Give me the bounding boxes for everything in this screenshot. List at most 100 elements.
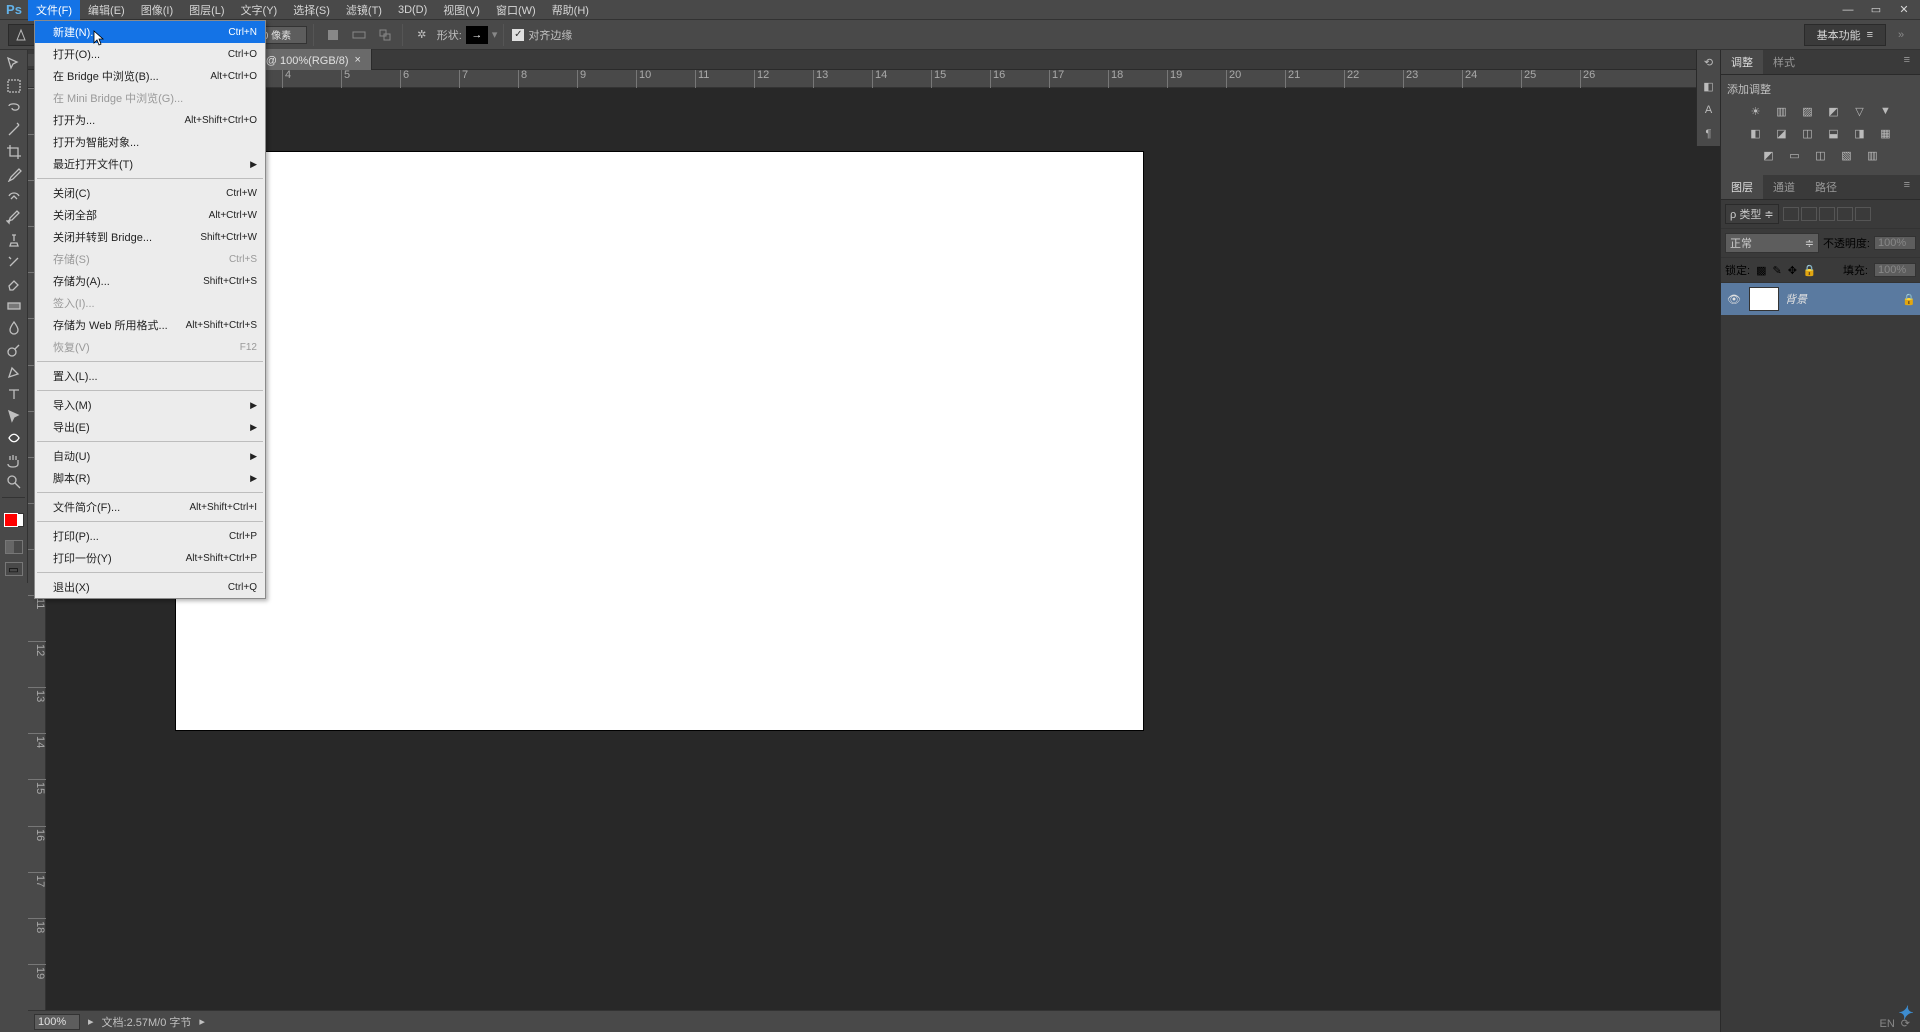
path-op1-icon[interactable] [322, 24, 344, 46]
color-lookup-icon[interactable]: ⬓ [1826, 125, 1842, 141]
menu-window[interactable]: 窗口(W) [488, 0, 544, 21]
file-menu-item[interactable]: 最近打开文件(T)▶ [35, 153, 265, 175]
brightness-icon[interactable]: ☀ [1748, 103, 1764, 119]
photo-filter-icon[interactable]: ◪ [1774, 125, 1790, 141]
doc-info-dropdown-icon[interactable]: ▸ [199, 1015, 205, 1028]
shape-dropdown[interactable]: → [466, 26, 488, 44]
menu-filter[interactable]: 滤镜(T) [338, 0, 390, 21]
minimize-button[interactable]: — [1840, 3, 1856, 17]
menu-select[interactable]: 选择(S) [285, 0, 338, 21]
shape-tool[interactable] [2, 428, 26, 448]
properties-panel-icon[interactable]: ◧ [1697, 74, 1720, 98]
move-tool[interactable] [2, 54, 26, 74]
canvas[interactable] [176, 152, 1143, 730]
lasso-tool[interactable] [2, 98, 26, 118]
file-menu-item[interactable]: 置入(L)... [35, 365, 265, 387]
filter-type-icon[interactable] [1819, 207, 1835, 221]
file-menu-item[interactable]: 新建(N)...Ctrl+N [35, 21, 265, 43]
threshold-icon[interactable]: ◩ [1761, 147, 1777, 163]
adj-icon4[interactable]: ▧ [1839, 147, 1855, 163]
file-menu-item[interactable]: 打开(O)...Ctrl+O [35, 43, 265, 65]
file-menu-item[interactable]: 关闭(C)Ctrl+W [35, 182, 265, 204]
filter-shape-icon[interactable] [1837, 207, 1853, 221]
filter-smart-icon[interactable] [1855, 207, 1871, 221]
menu-help[interactable]: 帮助(H) [544, 0, 597, 21]
file-menu-item[interactable]: 退出(X)Ctrl+Q [35, 576, 265, 598]
curves-icon[interactable]: ▨ [1800, 103, 1816, 119]
tab-close-icon[interactable]: × [355, 54, 361, 66]
gear-icon[interactable]: ✲ [411, 24, 433, 46]
menu-3d[interactable]: 3D(D) [390, 1, 435, 19]
zoom-input[interactable] [34, 1014, 80, 1030]
quickmask-toggle[interactable] [5, 540, 23, 554]
filter-pixel-icon[interactable] [1783, 207, 1799, 221]
file-menu-item[interactable]: 存储为(A)...Shift+Ctrl+S [35, 270, 265, 292]
file-menu-item[interactable]: 导入(M)▶ [35, 394, 265, 416]
adjustments-tab[interactable]: 调整 [1721, 50, 1763, 74]
dodge-tool[interactable] [2, 340, 26, 360]
file-menu-item[interactable]: 在 Bridge 中浏览(B)...Alt+Ctrl+O [35, 65, 265, 87]
brush-tool[interactable] [2, 208, 26, 228]
fill-value[interactable]: 100% [1874, 263, 1916, 277]
lock-transparent-icon[interactable]: ▩ [1756, 264, 1766, 277]
blur-tool[interactable] [2, 318, 26, 338]
channels-tab[interactable]: 通道 [1763, 175, 1805, 199]
levels-icon[interactable]: ▥ [1774, 103, 1790, 119]
canvas-viewport[interactable] [46, 88, 1720, 1010]
menu-file[interactable]: 文件(F) [28, 0, 80, 21]
file-menu-item[interactable]: 导出(E)▶ [35, 416, 265, 438]
filter-type-select[interactable]: ρ 类型≑ [1725, 204, 1779, 224]
file-menu-item[interactable]: 文件简介(F)...Alt+Shift+Ctrl+I [35, 496, 265, 518]
close-button[interactable]: ✕ [1896, 3, 1912, 17]
maximize-button[interactable]: ▭ [1868, 3, 1884, 17]
crop-tool[interactable] [2, 142, 26, 162]
menu-edit[interactable]: 编辑(E) [80, 0, 133, 21]
character-panel-icon[interactable]: A [1697, 98, 1720, 122]
paragraph-panel-icon[interactable]: ¶ [1697, 122, 1720, 146]
marquee-tool[interactable] [2, 76, 26, 96]
visibility-icon[interactable]: 👁 [1725, 293, 1743, 306]
path-select-tool[interactable] [2, 406, 26, 426]
filter-adjust-icon[interactable] [1801, 207, 1817, 221]
opacity-value[interactable]: 100% [1874, 236, 1916, 250]
layers-tab[interactable]: 图层 [1721, 175, 1763, 199]
zoom-tool[interactable] [2, 472, 26, 492]
invert-icon[interactable]: ◨ [1852, 125, 1868, 141]
history-brush-tool[interactable] [2, 252, 26, 272]
lock-pixels-icon[interactable]: ✎ [1772, 264, 1781, 277]
file-menu-item[interactable]: 关闭全部Alt+Ctrl+W [35, 204, 265, 226]
path-op3-icon[interactable] [374, 24, 396, 46]
file-menu-item[interactable]: 存储为 Web 所用格式...Alt+Shift+Ctrl+S [35, 314, 265, 336]
hand-tool[interactable] [2, 450, 26, 470]
paths-tab[interactable]: 路径 [1805, 175, 1847, 199]
adj-icon5[interactable]: ▥ [1865, 147, 1881, 163]
menu-layer[interactable]: 图层(L) [181, 0, 232, 21]
file-menu-item[interactable]: 打开为智能对象... [35, 131, 265, 153]
menu-type[interactable]: 文字(Y) [233, 0, 286, 21]
align-edges-checkbox[interactable]: ✓ [512, 29, 524, 41]
eraser-tool[interactable] [2, 274, 26, 294]
file-menu-item[interactable]: 关闭并转到 Bridge...Shift+Ctrl+W [35, 226, 265, 248]
heal-tool[interactable] [2, 186, 26, 206]
file-menu-item[interactable]: 打印一份(Y)Alt+Shift+Ctrl+P [35, 547, 265, 569]
panel-menu-icon[interactable]: ≡ [1894, 50, 1920, 74]
gradient-tool[interactable] [2, 296, 26, 316]
file-menu-item[interactable]: 脚本(R)▶ [35, 467, 265, 489]
search-icon[interactable]: » [1890, 24, 1912, 46]
bw-icon[interactable]: ◧ [1748, 125, 1764, 141]
wand-tool[interactable] [2, 120, 26, 140]
selective-color-icon[interactable]: ◫ [1813, 147, 1829, 163]
eyedropper-tool[interactable] [2, 164, 26, 184]
vibrance-icon[interactable]: ▽ [1852, 103, 1868, 119]
panel-menu-icon[interactable]: ≡ [1894, 175, 1920, 199]
history-panel-icon[interactable]: ⟲ [1697, 50, 1720, 74]
type-tool[interactable] [2, 384, 26, 404]
screenmode-toggle[interactable]: ▭ [5, 562, 23, 576]
file-menu-item[interactable]: 打开为...Alt+Shift+Ctrl+O [35, 109, 265, 131]
workspace-switcher[interactable]: 基本功能≡ [1804, 24, 1886, 46]
fg-color-swatch[interactable] [4, 513, 18, 527]
menu-image[interactable]: 图像(I) [133, 0, 181, 21]
pen-tool[interactable] [2, 362, 26, 382]
zoom-dropdown-icon[interactable]: ▸ [88, 1015, 94, 1028]
styles-tab[interactable]: 样式 [1763, 50, 1805, 74]
